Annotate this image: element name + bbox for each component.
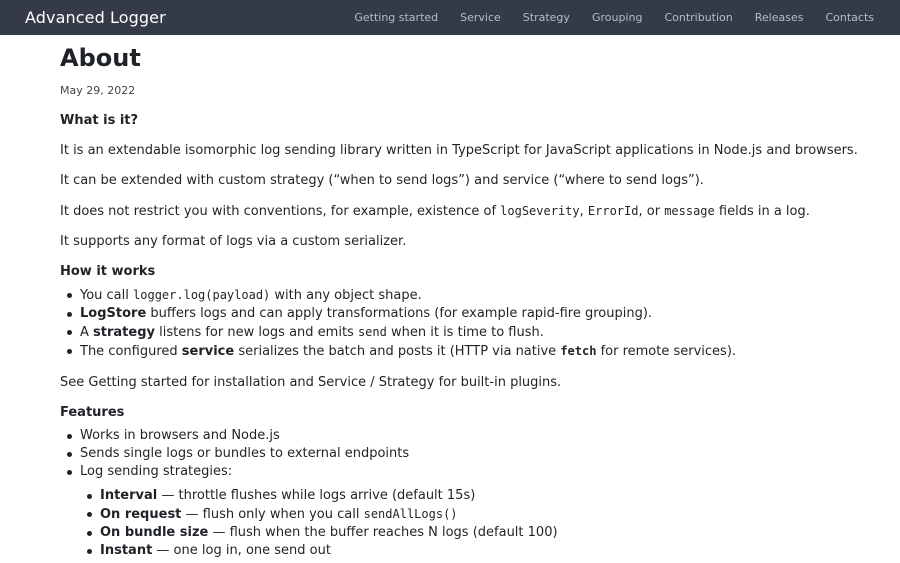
text: — flush only when you call [181, 507, 364, 522]
text: It does not restrict you with convention… [60, 204, 501, 219]
text: listens for new logs and emits [154, 325, 358, 340]
term-logstore: LogStore [80, 306, 147, 321]
text: for remote services). [596, 344, 737, 359]
text: when it is time to flush. [386, 325, 544, 340]
what-p2: It can be extended with custom strategy … [60, 173, 704, 188]
text: — flush when the buffer reaches N logs (… [208, 525, 558, 540]
what-heading: What is it? [60, 113, 139, 128]
text: — one log in, one send out [152, 543, 331, 558]
nav-service[interactable]: Service [460, 11, 501, 24]
term-on-bundle-size: On bundle size [100, 525, 209, 540]
features-heading: Features [60, 405, 125, 420]
how-heading: How it works [60, 264, 156, 279]
nav-contacts[interactable]: Contacts [825, 11, 874, 24]
features-list: Works in browsers and Node.js Sends sing… [60, 427, 900, 560]
text: You call [80, 288, 134, 303]
text: The configured [80, 344, 182, 359]
list-item: On request — flush only when you call se… [87, 505, 900, 524]
list-item: Works in browsers and Node.js [67, 427, 900, 445]
see-also: See Getting started for installation and… [60, 375, 562, 390]
text: , [579, 204, 588, 219]
list-item: Log sending strategies: Interval — throt… [67, 463, 900, 560]
list-item: LogStore buffers logs and can apply tran… [67, 305, 900, 323]
text: A [80, 325, 94, 340]
code-error-id: ErrorId [587, 204, 639, 218]
page-title: About [60, 44, 141, 72]
code-log-severity: logSeverity [500, 204, 580, 218]
brand-link[interactable]: Advanced Logger [25, 8, 166, 27]
nav-strategy[interactable]: Strategy [523, 11, 570, 24]
term-on-request: On request [100, 507, 182, 522]
list-item: A strategy listens for new logs and emit… [67, 323, 900, 342]
term-instant: Instant [100, 543, 153, 558]
list-item: Sends single logs or bundles to external… [67, 445, 900, 463]
main-nav: Getting started Service Strategy Groupin… [354, 11, 874, 24]
how-list: You call logger.log(payload) with any ob… [60, 286, 900, 361]
text: fields in a log. [714, 204, 810, 219]
what-p4: It supports any format of logs via a cus… [60, 234, 407, 249]
list-item: On bundle size — flush when the buffer r… [87, 524, 900, 542]
code-send: send [357, 325, 387, 339]
text: Log sending strategies: [80, 464, 233, 479]
publish-date: May 29, 2022 [60, 84, 136, 97]
list-item: You call logger.log(payload) with any ob… [67, 286, 900, 305]
term-strategy: strategy [93, 325, 155, 340]
what-p3: It does not restrict you with convention… [60, 203, 900, 220]
strategies-list: Interval — throttle flushes while logs a… [80, 487, 900, 560]
nav-getting-started[interactable]: Getting started [354, 11, 438, 24]
code-message: message [664, 204, 715, 218]
term-interval: Interval [100, 488, 158, 503]
text: , or [638, 204, 665, 219]
text: serializes the batch and posts it (HTTP … [234, 344, 561, 359]
text: — throttle flushes while logs arrive (de… [157, 488, 476, 503]
list-item: The configured service serializes the ba… [67, 342, 900, 361]
what-p1: It is an extendable isomorphic log sendi… [60, 143, 858, 158]
nav-releases[interactable]: Releases [755, 11, 804, 24]
top-navbar: Advanced Logger Getting started Service … [0, 0, 900, 35]
code-fetch: fetch [560, 344, 597, 358]
code-logger-log: logger.log(payload) [133, 288, 271, 302]
nav-grouping[interactable]: Grouping [592, 11, 643, 24]
text: buffers logs and can apply transformatio… [146, 306, 653, 321]
list-item: Instant — one log in, one send out [87, 542, 900, 560]
list-item: Interval — throttle flushes while logs a… [87, 487, 900, 505]
nav-contribution[interactable]: Contribution [664, 11, 732, 24]
code-send-all-logs: sendAllLogs() [363, 507, 458, 521]
text: with any object shape. [270, 288, 422, 303]
term-service: service [181, 344, 235, 359]
article: About May 29, 2022 What is it? It is an … [0, 35, 900, 560]
